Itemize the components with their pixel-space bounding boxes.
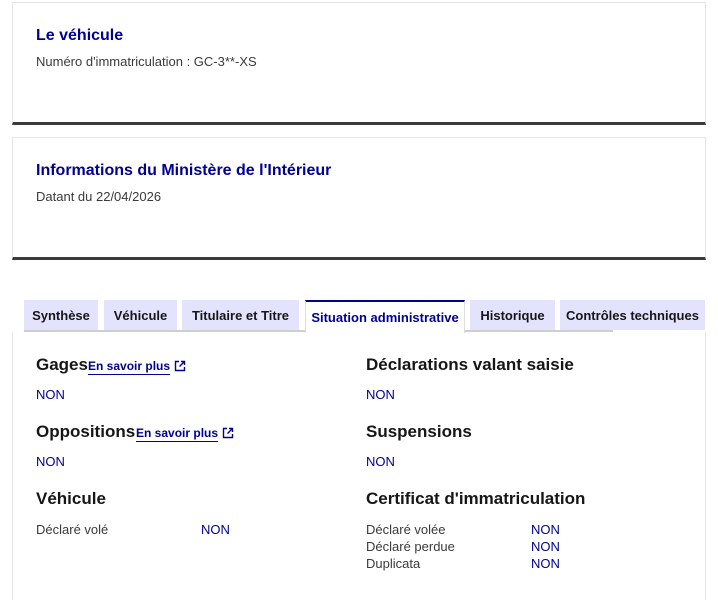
certificat-declare-volee-value: NON [531,522,560,537]
external-link-icon[interactable] [174,360,186,372]
vehicle-card: Le véhicule Numéro d'immatriculation : G… [12,2,706,125]
declarations-saisie-value: NON [366,387,395,402]
tab-situation-administrative[interactable]: Situation administrative [305,300,465,333]
oppositions-learn-more-link[interactable]: En savoir plus [136,426,219,442]
ministry-date-text: Datant du 22/04/2026 [36,189,162,204]
plate-number-text: Numéro d'immatriculation : GC-3**-XS [36,54,257,69]
gages-heading: Gages [36,355,88,374]
gages-value: NON [36,387,65,402]
certificat-heading: Certificat d'immatriculation [366,489,586,508]
certificat-declare-perdue-value: NON [531,539,560,554]
oppositions-value: NON [36,454,65,469]
certificat-duplicata-value: NON [531,556,560,571]
tab-vehicule[interactable]: Véhicule [104,300,177,330]
external-link-icon[interactable] [222,427,234,439]
suspensions-value: NON [366,454,395,469]
vehicule-heading: Véhicule [36,489,106,508]
situation-administrative-panel: Gages En savoir plus NON Oppositions En … [12,332,706,600]
declare-vole-label: Déclaré volé [36,522,109,537]
tab-historique[interactable]: Historique [470,300,555,330]
vehicle-card-title: Le véhicule [36,27,124,44]
tab-controles-techniques[interactable]: Contrôles techniques [560,300,705,330]
tab-titulaire-titre[interactable]: Titulaire et Titre [182,300,299,330]
declare-vole-value: NON [201,522,230,537]
certificat-duplicata-label: Duplicata [366,556,421,571]
certificat-declare-perdue-label: Déclaré perdue [366,539,455,554]
oppositions-heading: Oppositions [36,422,136,441]
ministry-card-title: Informations du Ministère de l'Intérieur [36,162,332,179]
certificat-declare-volee-label: Déclaré volée [366,522,446,537]
gages-learn-more-link[interactable]: En savoir plus [88,359,171,375]
ministry-info-card: Informations du Ministère de l'Intérieur… [12,137,706,260]
declarations-saisie-heading: Déclarations valant saisie [366,355,574,374]
tab-list: Synthèse Véhicule Titulaire et Titre Sit… [24,300,705,333]
suspensions-heading: Suspensions [366,422,472,441]
tab-synthese[interactable]: Synthèse [24,300,98,330]
